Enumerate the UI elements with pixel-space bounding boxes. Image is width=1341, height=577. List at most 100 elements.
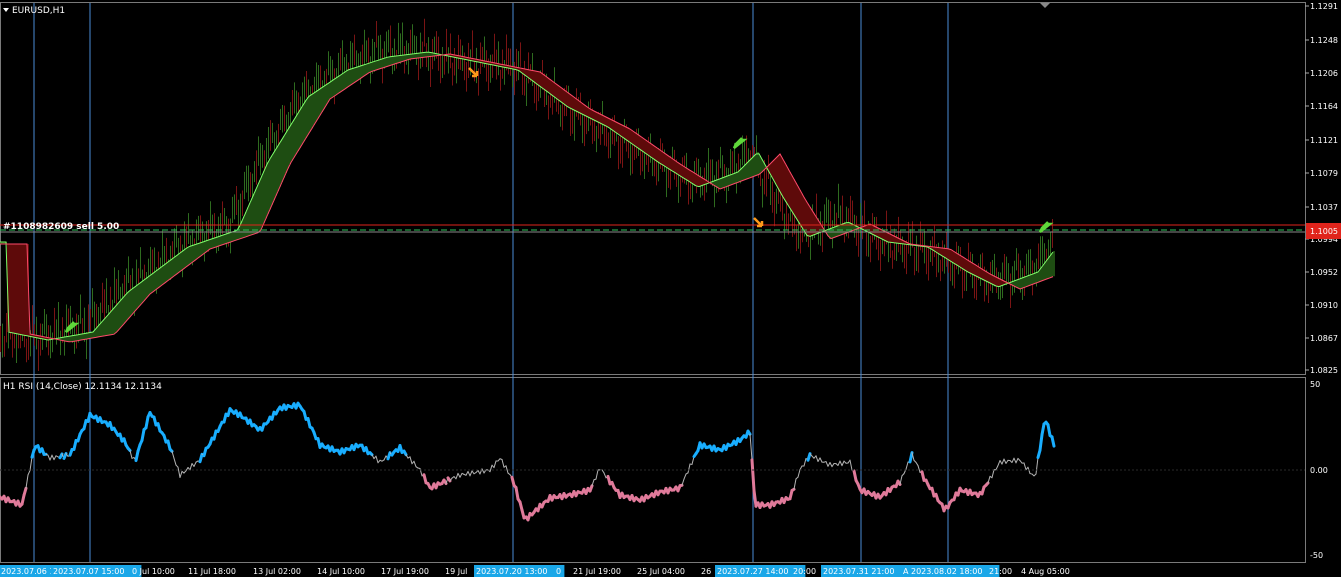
rsi-segment	[797, 469, 801, 478]
rsi-segment	[997, 460, 1001, 466]
rsi-segment	[601, 469, 605, 474]
rsi-segment	[991, 469, 995, 479]
rsi-segment	[25, 474, 29, 489]
rsi-segment	[493, 460, 497, 469]
rsi-segment	[603, 472, 607, 479]
time-axis-label: 0 Jul 10:00	[132, 567, 175, 576]
rsi-line	[0, 401, 1056, 522]
time-axis-label: 21:00	[989, 567, 1012, 576]
rsi-segment	[47, 454, 51, 461]
rsi-segment	[825, 461, 829, 467]
rsi-segment	[140, 428, 146, 442]
current-price-label: 1.1005	[1310, 227, 1338, 236]
rsi-segment	[799, 465, 803, 471]
rsi-segment	[469, 470, 473, 477]
time-axis-label: 2023.07.27 14:00	[717, 567, 788, 576]
rsi-segment	[1040, 422, 1046, 437]
rsi-segment	[129, 449, 133, 459]
rsi-segment	[849, 459, 853, 471]
rsi-segment	[471, 470, 475, 475]
rsi-segment	[995, 464, 999, 471]
rsi-segment	[899, 475, 903, 485]
time-axis-label: 14 Jul 10:00	[317, 567, 365, 576]
time-axis-label: 17 Jul 19:00	[381, 567, 429, 576]
rsi-segment	[917, 465, 921, 473]
time-axis-label: 2023.07.06 1	[1, 567, 54, 576]
rsi-segment	[455, 472, 459, 480]
rsi-segment	[687, 463, 691, 474]
price-axis-label: 1.1121	[1310, 136, 1338, 145]
rsi-segment	[375, 455, 379, 464]
price-axis-label: 1.1248	[1310, 36, 1338, 45]
triangle-down-icon[interactable]	[3, 8, 9, 12]
rsi-segment	[505, 465, 509, 474]
time-axis-label: 2023.08.02 18:00	[911, 567, 982, 576]
time-axis-label: 25 Jul 04:00	[637, 567, 685, 576]
price-axis-label: 1.1164	[1310, 102, 1338, 111]
price-axis-label: 1.0867	[1310, 334, 1338, 343]
rsi-segment	[29, 456, 33, 471]
rsi-segment	[806, 452, 812, 462]
time-axis-label: 0	[556, 567, 561, 576]
rsi-segment	[383, 455, 387, 461]
rsi-segment	[683, 473, 687, 480]
rsi-segment	[481, 468, 485, 474]
rsi-segment	[53, 455, 57, 461]
chart-canvas[interactable]: 1.1291 1.1248 1.1206 1.1164 1.1121 1.1079 1.10…	[0, 0, 1341, 577]
rsi-segment	[837, 460, 841, 466]
rsi-segment	[746, 429, 752, 436]
rsi-segment	[173, 457, 177, 466]
rsi-segment	[467, 470, 471, 477]
indicator-title: H1 RSI (14,Close) 12.1134 12.1134	[3, 382, 162, 392]
rsi-segment	[179, 470, 183, 478]
price-axis-label: 1.0952	[1310, 268, 1338, 277]
main-panel-frame	[0, 2, 1306, 375]
time-axis-label: 2023.07.07 15:00	[53, 567, 124, 576]
rsi-segment	[1023, 462, 1027, 471]
rsi-segment	[1015, 457, 1019, 464]
triangle-down-icon	[1040, 3, 1050, 8]
rsi-segment	[829, 462, 833, 468]
rsi-segment	[841, 460, 845, 467]
rsi-segment	[58, 452, 64, 460]
time-axis-label: A	[903, 567, 909, 576]
price-axis-label: 1.1206	[1310, 69, 1338, 78]
rsi-segment	[793, 478, 797, 490]
rsi-segment	[144, 415, 150, 430]
rsi-segment	[193, 461, 197, 467]
rsi-segment	[514, 486, 520, 501]
time-axis-label: 19 Jul	[445, 567, 467, 576]
rsi-axis-label: -50	[1310, 551, 1323, 560]
rsi-segment	[386, 451, 392, 461]
rsi-segment	[819, 457, 823, 463]
rsi-segment	[905, 461, 909, 470]
session-separators	[33, 3, 949, 562]
rsi-segment	[185, 466, 189, 472]
rsi-axis-label: 0.00	[1310, 466, 1328, 475]
rsi-segment	[457, 472, 461, 478]
time-axis-label: 11 Jul 18:00	[188, 567, 236, 576]
rsi-segment	[459, 472, 463, 478]
rsi-segment	[1005, 459, 1009, 464]
rsi-segment	[1011, 457, 1015, 463]
rsi-segment	[815, 455, 819, 462]
rsi-segment	[588, 484, 594, 493]
rsi-segment	[489, 464, 493, 473]
rsi-segment	[22, 486, 28, 497]
price-levels	[0, 224, 1305, 233]
rsi-segment	[189, 463, 193, 471]
rsi-segment	[1003, 458, 1007, 464]
rsi-segment	[409, 456, 413, 465]
rsi-segment	[177, 466, 181, 478]
time-axis-label: 20:00	[793, 567, 816, 576]
rsi-segment	[1001, 458, 1005, 465]
time-axis-label: 26	[701, 567, 711, 576]
rsi-segment	[595, 469, 599, 480]
rsi-segment	[749, 433, 753, 461]
order-label[interactable]: #1108982609 sell 5.00	[3, 222, 119, 232]
rsi-segment	[750, 458, 756, 492]
rsi-segment	[49, 454, 53, 461]
rsi-axis-label: 50	[1310, 380, 1320, 389]
price-axis-label: 1.1037	[1310, 203, 1338, 212]
rsi-segment	[402, 449, 408, 457]
